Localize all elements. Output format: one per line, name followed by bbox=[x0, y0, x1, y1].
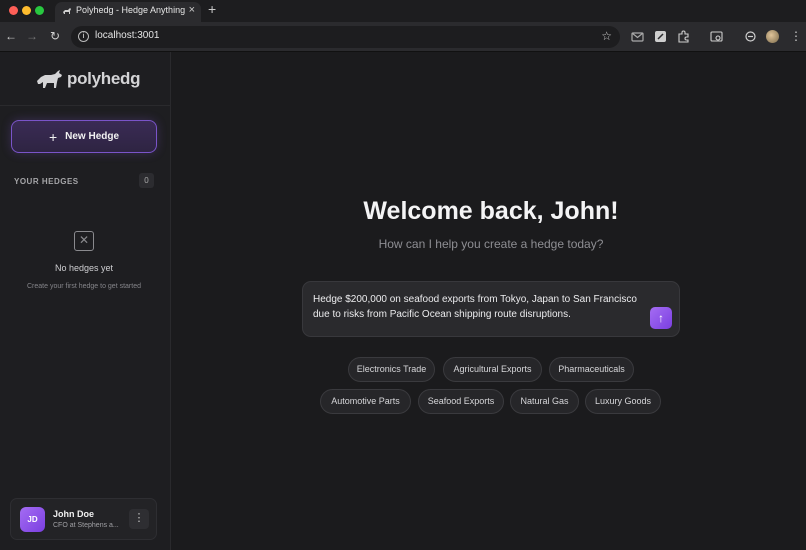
hedge-count-badge: 0 bbox=[139, 173, 154, 188]
empty-state-subtitle: Create your first hedge to get started bbox=[26, 283, 141, 290]
extensions-puzzle-icon[interactable] bbox=[677, 30, 690, 43]
suggestion-chip-natural-gas[interactable]: Natural Gas bbox=[510, 389, 579, 414]
bull-logo-icon bbox=[37, 70, 62, 88]
plus-icon: + bbox=[48, 128, 58, 145]
user-role: CFO at Stephens a... bbox=[53, 522, 119, 529]
new-tab-button[interactable]: + bbox=[208, 1, 216, 17]
app-logo[interactable]: polyhedg bbox=[36, 66, 140, 92]
browser-toolbar: ← → ↻ i localhost:3001 ☆ ⋮ bbox=[0, 22, 806, 52]
forward-arrow-icon[interactable]: → bbox=[25, 29, 39, 43]
tab-close-icon[interactable]: × bbox=[189, 4, 195, 16]
site-info-icon[interactable]: i bbox=[78, 31, 89, 42]
suggestion-chip-seafood-exports[interactable]: Seafood Exports bbox=[418, 389, 504, 414]
reload-icon[interactable]: ↻ bbox=[48, 29, 62, 43]
send-button[interactable]: ↑ bbox=[650, 307, 672, 329]
window-zoom-button[interactable] bbox=[35, 6, 44, 15]
sidebar: polyhedg + New Hedge YOUR HEDGES 0 ✕ No … bbox=[0, 52, 171, 550]
bookmark-star-icon[interactable]: ☆ bbox=[601, 29, 612, 43]
suggestion-chip-agricultural-exports[interactable]: Agricultural Exports bbox=[443, 357, 542, 382]
user-menu-button[interactable]: ⋮ bbox=[129, 509, 149, 529]
browser-menu-icon[interactable]: ⋮ bbox=[789, 29, 803, 43]
window-minimize-button[interactable] bbox=[22, 6, 31, 15]
prompt-text[interactable]: Hedge $200,000 on seafood exports from T… bbox=[313, 292, 643, 322]
user-name: John Doe bbox=[53, 509, 95, 519]
logo-text: polyhedg bbox=[67, 69, 141, 88]
profile-avatar[interactable] bbox=[766, 30, 779, 43]
new-hedge-button[interactable]: + New Hedge bbox=[11, 120, 157, 153]
back-arrow-icon[interactable]: ← bbox=[4, 29, 18, 43]
empty-state-title: No hedges yet bbox=[54, 263, 114, 273]
url-text[interactable]: localhost:3001 bbox=[95, 30, 160, 41]
sidebar-divider bbox=[0, 105, 171, 106]
main-content: Welcome back, John! How can I help you c… bbox=[172, 52, 806, 550]
welcome-subtitle: How can I help you create a hedge today? bbox=[378, 237, 604, 251]
prompt-input[interactable]: Hedge $200,000 on seafood exports from T… bbox=[302, 281, 680, 337]
bull-favicon-icon bbox=[63, 8, 71, 14]
browser-tab[interactable]: Polyhedg - Hedge Anything × bbox=[55, 2, 201, 22]
tab-title: Polyhedg - Hedge Anything bbox=[76, 5, 186, 15]
welcome-heading: Welcome back, John! bbox=[363, 197, 619, 225]
more-vertical-icon: ⋮ bbox=[133, 512, 145, 524]
notes-extension-icon[interactable] bbox=[654, 30, 667, 43]
empty-box-x-icon: ✕ bbox=[74, 231, 94, 251]
suggestion-chip-luxury-goods[interactable]: Luxury Goods bbox=[585, 389, 661, 414]
suggestion-chip-automotive-parts[interactable]: Automotive Parts bbox=[320, 389, 411, 414]
user-profile-card[interactable]: JD John Doe CFO at Stephens a... ⋮ bbox=[10, 498, 157, 540]
browser-tab-bar: Polyhedg - Hedge Anything × + bbox=[0, 0, 806, 22]
your-hedges-heading: YOUR HEDGES bbox=[14, 177, 79, 186]
tab-search-icon[interactable] bbox=[710, 30, 723, 43]
avatar: JD bbox=[20, 507, 45, 532]
suggestion-chip-electronics-trade[interactable]: Electronics Trade bbox=[348, 357, 435, 382]
sync-extension-icon[interactable] bbox=[744, 30, 757, 43]
window-close-button[interactable] bbox=[9, 6, 18, 15]
mail-extension-icon[interactable] bbox=[631, 30, 644, 43]
new-hedge-label: New Hedge bbox=[65, 131, 120, 142]
suggestion-chip-pharmaceuticals[interactable]: Pharmaceuticals bbox=[549, 357, 634, 382]
arrow-up-icon: ↑ bbox=[658, 311, 664, 325]
address-bar[interactable]: i localhost:3001 ☆ bbox=[71, 26, 620, 48]
